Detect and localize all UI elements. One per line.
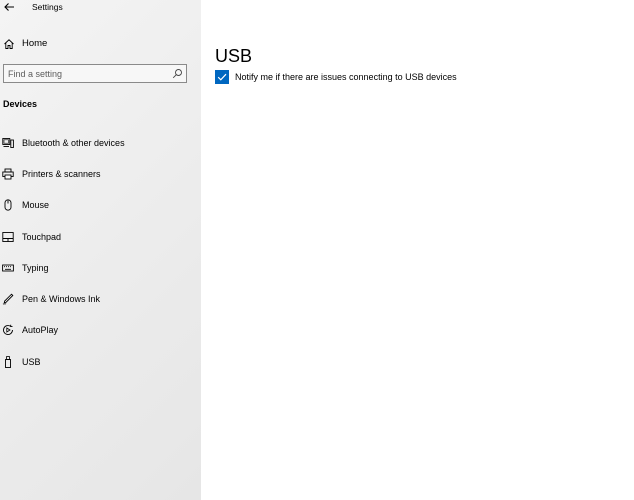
home-icon (4, 39, 14, 49)
printer-icon (2, 168, 14, 180)
page-title: USB (215, 46, 253, 67)
checkmark-icon (217, 73, 227, 81)
back-button[interactable] (2, 0, 16, 14)
sidebar-item-label: Touchpad (22, 232, 62, 242)
sidebar-item-label: Pen & Windows Ink (22, 294, 101, 304)
sidebar-item-label: USB (22, 357, 41, 367)
search-input[interactable] (8, 66, 168, 81)
sidebar-item-label: Typing (22, 263, 49, 273)
usb-notify-checkbox[interactable] (215, 70, 229, 84)
sidebar-item-label: Printers & scanners (22, 169, 101, 179)
keyboard-icon (2, 264, 14, 272)
bluetooth-devices-icon (2, 138, 14, 148)
search-icon[interactable] (172, 68, 183, 79)
sidebar-item-printers[interactable]: Printers & scanners (0, 163, 201, 185)
sidebar-item-pen[interactable]: Pen & Windows Ink (0, 288, 201, 310)
title-bar: Settings (0, 0, 201, 16)
sidebar-item-home[interactable]: Home (0, 34, 201, 54)
sidebar-item-label: Mouse (22, 200, 50, 210)
sidebar-item-label: AutoPlay (22, 325, 59, 335)
content-pane: USB Notify me if there are issues connec… (201, 0, 634, 500)
search-box[interactable] (3, 64, 187, 83)
autoplay-icon (3, 324, 13, 335)
sidebar-item-typing[interactable]: Typing (0, 257, 201, 279)
back-arrow-icon (4, 3, 14, 11)
sidebar-item-bluetooth[interactable]: Bluetooth & other devices (0, 132, 201, 154)
sidebar-item-touchpad[interactable]: Touchpad (0, 226, 201, 248)
sidebar-item-label: Bluetooth & other devices (22, 138, 125, 148)
touchpad-icon (2, 232, 14, 242)
usb-icon (5, 356, 11, 368)
section-heading-devices: Devices (3, 99, 38, 109)
pen-icon (2, 293, 14, 305)
app-title: Settings (32, 2, 63, 12)
mouse-icon (4, 199, 12, 211)
sidebar-item-autoplay[interactable]: AutoPlay (0, 319, 201, 341)
sidebar: Settings Home Devices Bluetooth & (0, 0, 201, 500)
usb-notify-label: Notify me if there are issues connecting… (235, 72, 457, 82)
home-label: Home (22, 38, 48, 49)
sidebar-item-mouse[interactable]: Mouse (0, 194, 201, 216)
sidebar-item-usb[interactable]: USB (0, 351, 201, 373)
settings-window: Settings Home Devices Bluetooth & (0, 0, 634, 500)
